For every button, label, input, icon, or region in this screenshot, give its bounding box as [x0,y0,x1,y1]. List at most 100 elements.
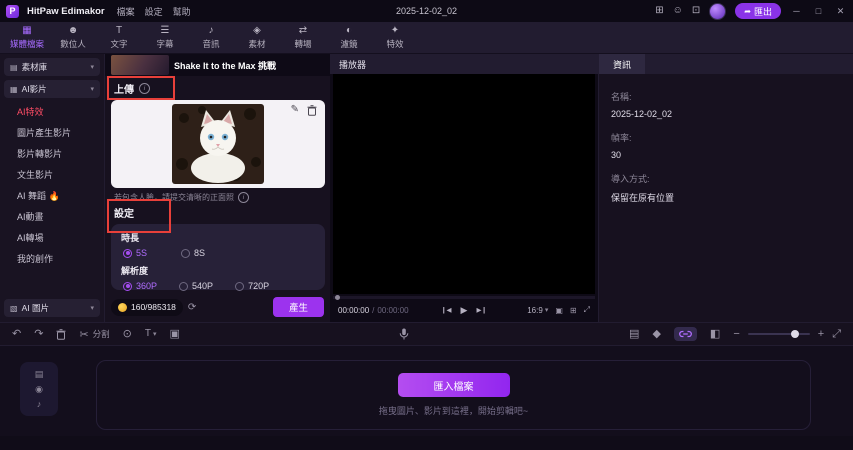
marker-icon[interactable]: ⊙ [123,328,132,340]
tab-label: 濾鏡 [340,39,358,49]
minimize-button[interactable]: ─ [790,6,803,16]
tab-digital-human[interactable]: ☻ 數位人 [52,25,94,50]
zoom-controls: − + ⤢ [733,328,841,340]
export-icon: ➦ [744,6,751,16]
redo-icon[interactable]: ↷ [34,328,43,340]
resolution-option-540p[interactable]: 540P [179,281,213,291]
split-button[interactable]: ✂ 分割 [79,328,109,341]
menu-settings[interactable]: 設定 [145,5,163,18]
edit-icon[interactable]: ✎ [291,105,299,115]
sidebar-item-my-creations[interactable]: 我的創作 [4,249,100,270]
credits-value: 160/985318 [131,302,176,312]
aspect-ratio-select[interactable]: 16:9 ▾ [527,306,548,315]
next-frame-icon[interactable]: ▶❙ [476,306,486,314]
speaker-icon[interactable]: ♪ [37,399,42,409]
tab-media[interactable]: ▦ 媒體檔案 [6,25,48,50]
keyframe-icon[interactable]: ◆ [652,328,660,340]
duration-option-5s[interactable]: 5S [123,248,147,258]
face-note-text: 若包含人臉，請提交清晰的正面照 [114,193,234,202]
caret-down-icon: ▾ [90,305,94,312]
snapshot-icon[interactable]: ▣ [555,306,563,315]
eye-icon[interactable]: ◉ [35,384,43,395]
settings-section-header: 設定 [114,205,134,220]
ribbon-tabs: ▦ 媒體檔案 ☻ 數位人 T 文字 ☰ 字幕 ♪ 音訊 ◈ 素材 ⇄ 轉場 ◐ [0,22,853,54]
sidebar-item-ai-transition[interactable]: AI轉場 [4,228,100,249]
info-field-name-value: 2025-12-02_02 [611,109,673,119]
crop-icon[interactable]: ▣ [170,328,180,340]
sidebar-item-list: AI特效 圖片產生影片 影片轉影片 文生影片 AI 舞蹈 🔥 AI動畫 AI轉場… [4,102,100,270]
delete-icon[interactable] [56,328,66,340]
sidebar: ▤ 素材庫 ▾ ▦ AI影片 ▾ AI特效 圖片產生影片 影片轉影片 文生影片 … [0,54,104,322]
digital-human-icon: ☻ [67,25,79,36]
playhead-dot[interactable] [335,295,340,300]
sidebar-item-ai-effects[interactable]: AI特效 [4,102,100,123]
fit-timeline-icon[interactable]: ⤢ [832,328,841,340]
zoom-slider-knob[interactable] [791,330,800,338]
media-dropzone[interactable]: 匯入檔案 拖曳圖片、影片到這裡，開始剪輯吧~ [96,360,811,430]
ai-image-dropdown[interactable]: ▧ AI 圖片 ▾ [4,299,100,317]
timeline-bottom-strip [0,436,853,450]
export-button[interactable]: ➦ 匯出 [735,3,781,19]
timeline-toolbar: ↶ ↷ ✂ 分割 ⊙ T ▾ ▣ ▤ ◆ ◧ − + ⤢ [0,322,853,346]
text-tool-button[interactable]: T ▾ [145,329,157,339]
text-icon: T [115,25,123,36]
radio-icon [235,281,245,291]
undo-icon[interactable]: ↶ [12,328,21,340]
zoom-out-icon[interactable]: − [733,328,739,340]
credits-display: 160/985318 [111,298,183,316]
timeline-area: ▤ ◉ ♪ 匯入檔案 拖曳圖片、影片到這裡，開始剪輯吧~ [0,346,853,450]
refresh-icon[interactable]: ⟳ [188,302,196,313]
trash-icon[interactable] [307,105,317,119]
seek-bar[interactable] [333,295,595,300]
sidebar-item-image-to-video[interactable]: 圖片產生影片 [4,123,100,144]
tab-filters[interactable]: ◐ 濾鏡 [328,25,370,50]
zoom-slider[interactable] [747,330,810,338]
feedback-icon[interactable]: ☺ [673,6,683,16]
user-avatar[interactable] [709,2,727,20]
mic-icon[interactable] [399,328,409,340]
split-label: 分割 [92,329,110,339]
play-icon[interactable]: ▶ [461,305,468,316]
tab-subtitles[interactable]: ☰ 字幕 [144,25,186,50]
import-button[interactable]: 匯入檔案 [397,373,510,397]
duration-option-8s[interactable]: 8S [181,248,205,258]
resolution-option-720p[interactable]: 720P [235,281,269,291]
widget-icon[interactable]: ⊡ [692,6,700,16]
menu-file[interactable]: 檔案 [117,5,135,18]
sidebar-item-video-to-video[interactable]: 影片轉影片 [4,144,100,165]
info-icon[interactable]: i [238,192,249,203]
generate-button[interactable]: 產生 [272,297,324,317]
sidebar-item-ai-dance[interactable]: AI 舞蹈 🔥 [4,186,100,207]
tab-audio[interactable]: ♪ 音訊 [190,25,232,50]
library-dropdown[interactable]: ▤ 素材庫 ▾ [4,58,100,76]
tab-transitions[interactable]: ⇄ 轉場 [282,25,324,50]
sidebar-item-text-to-video[interactable]: 文生影片 [4,165,100,186]
maximize-button[interactable]: □ [812,6,825,16]
sidebar-item-ai-animation[interactable]: AI動畫 [4,207,100,228]
grid-view-icon[interactable]: ⊞ [570,306,577,315]
film-track-icon[interactable]: ▤ [35,369,44,380]
featured-template[interactable]: Shake It to the Max 挑戰 [105,54,330,76]
tab-effects[interactable]: ✦ 特效 [374,25,416,50]
ai-image-label: AI 圖片 [21,303,49,313]
info-icon[interactable]: i [139,83,150,94]
preview-mode-icon[interactable]: ◧ [710,328,720,340]
caret-down-icon: ▾ [90,64,94,71]
panel-footer: 160/985318 ⟳ 產生 [111,297,324,317]
zoom-in-icon[interactable]: + [818,328,824,340]
apps-icon[interactable]: ⊞ [655,6,663,16]
tab-stickers[interactable]: ◈ 素材 [236,25,278,50]
resolution-option-360p[interactable]: 360P [123,281,157,291]
link-icon[interactable] [673,327,697,341]
titlebar: P HitPaw Edimakor 檔案 設定 幫助 2025-12-02_02… [0,0,853,22]
tracks-icon[interactable]: ▤ [629,328,639,340]
titlebar-actions: ⊞ ☺ ⊡ ➦ 匯出 ─ □ ✕ [655,2,847,20]
previous-frame-icon[interactable]: ❙◀ [441,306,451,314]
close-button[interactable]: ✕ [834,6,847,17]
tab-info[interactable]: 資訊 [599,54,646,74]
fullscreen-icon[interactable]: ⤢ [584,305,590,315]
tab-text[interactable]: T 文字 [98,25,140,50]
ai-video-dropdown[interactable]: ▦ AI影片 ▾ [4,80,100,98]
video-preview[interactable] [333,74,595,294]
menu-help[interactable]: 幫助 [173,5,191,18]
